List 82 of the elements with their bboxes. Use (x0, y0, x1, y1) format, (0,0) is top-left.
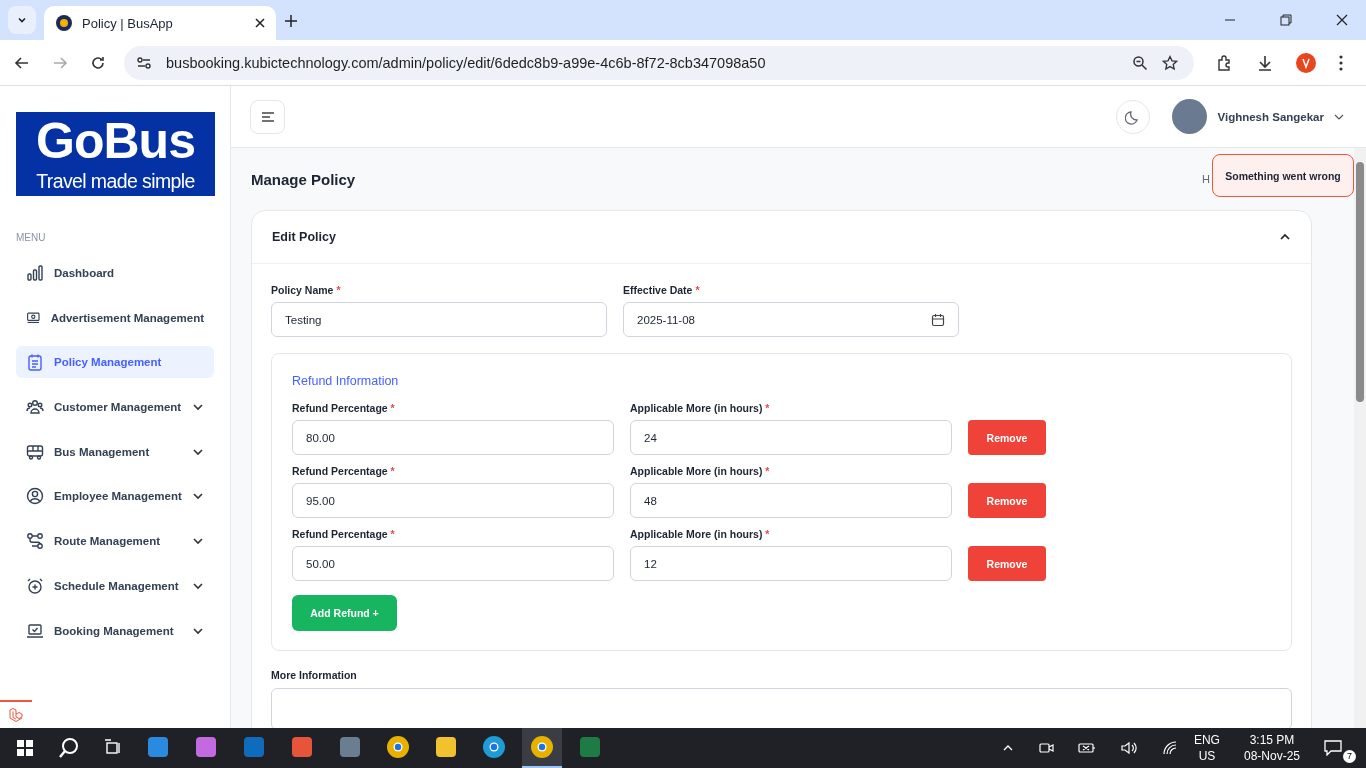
remove-button[interactable]: Remove (968, 420, 1046, 455)
scrollbar[interactable] (1354, 148, 1366, 728)
hours-field[interactable]: 12 (630, 546, 952, 581)
close-icon[interactable] (1336, 14, 1348, 26)
hours-field[interactable]: 48 (630, 483, 952, 518)
zoom-icon[interactable] (1132, 54, 1148, 71)
field-label: Refund Percentage * (292, 465, 396, 477)
site-settings-icon[interactable] (136, 54, 152, 71)
sidebar-item[interactable]: Advertisement Management (16, 301, 214, 334)
clipboard-icon (26, 353, 44, 372)
section-title: Refund Information (292, 374, 400, 388)
bus-icon (26, 442, 44, 461)
remove-button[interactable]: Remove (968, 546, 1046, 581)
wifi-icon[interactable] (1161, 740, 1178, 756)
back-arrow-icon[interactable] (14, 54, 30, 71)
remove-button[interactable]: Remove (968, 483, 1046, 518)
menu-heading: MENU (16, 232, 47, 243)
field-label: Effective Date * (623, 284, 701, 296)
more-menu-icon[interactable] (1338, 53, 1344, 72)
chat-bubble-icon (1324, 740, 1342, 756)
user-name[interactable]: Vighnesh Sangekar (1217, 110, 1324, 123)
effective-date-field[interactable]: 2025-11-08 (623, 302, 959, 337)
sidebar-item[interactable]: Employee Management (16, 480, 214, 513)
url-text: busbooking.kubictechnology.com/admin/policy/edit/6dedc8b9-a99e-4c6b-8f72-8cb347098a50 (166, 54, 766, 71)
refund-percentage-field[interactable]: 50.00 (292, 546, 614, 581)
close-icon[interactable] (254, 17, 266, 29)
breadcrumb-link[interactable]: H (1202, 173, 1210, 185)
error-toast: Something went wrong (1212, 154, 1354, 197)
field-label: Refund Percentage * (292, 528, 396, 540)
sidebar-item[interactable]: Dashboard (16, 257, 214, 289)
reload-icon[interactable] (90, 54, 106, 71)
search-icon[interactable] (58, 737, 80, 759)
gobus-logo: GoBus Travel made simple (16, 112, 215, 196)
field-label: Policy Name * (271, 284, 342, 296)
field-label: Applicable More (in hours) * (630, 465, 771, 477)
battery-icon[interactable] (1077, 740, 1096, 756)
theme-toggle-button[interactable] (1116, 99, 1151, 134)
taskbar-app-button[interactable] (522, 728, 562, 768)
refund-percentage-field[interactable]: 95.00 (292, 483, 614, 518)
profile-avatar-icon[interactable] (1296, 52, 1316, 73)
laravel-logo-icon (8, 707, 24, 723)
restore-icon[interactable] (1280, 14, 1292, 26)
sidebar-item[interactable]: Customer Management (16, 391, 214, 424)
address-bar[interactable]: busbooking.kubictechnology.com/admin/policy/edit/6dedc8b9-a99e-4c6b-8f72-8cb347098a50 (124, 45, 1194, 80)
sidebar-item[interactable]: Schedule Management (16, 569, 214, 602)
download-icon[interactable] (1256, 53, 1274, 72)
speaker-icon[interactable] (1119, 740, 1138, 756)
site-favicon-icon (56, 15, 72, 31)
tab-title: Policy | BusApp (82, 15, 174, 31)
hours-field[interactable]: 24 (630, 420, 952, 455)
notification-count: 7 (1343, 750, 1356, 763)
menu-button[interactable] (250, 99, 285, 134)
calendar-icon[interactable] (931, 312, 945, 327)
policy-name-field[interactable]: Testing (271, 302, 607, 337)
chart-icon (26, 264, 44, 282)
card-title: Edit Policy (272, 230, 336, 244)
sidebar-item[interactable]: Policy Management (16, 346, 214, 379)
menu-icon (260, 111, 275, 122)
star-icon[interactable] (1162, 54, 1178, 71)
sidebar-item[interactable]: Booking Management (16, 614, 214, 647)
clock[interactable]: 3:15 PM 08-Nov-25 (1243, 732, 1300, 764)
language-indicator[interactable]: ENG US (1193, 732, 1220, 764)
sidebar-item[interactable]: Route Management (16, 525, 214, 558)
people-icon (26, 398, 44, 417)
browser-tab[interactable]: Policy | BusApp (44, 6, 276, 40)
new-tab-icon[interactable] (284, 14, 298, 28)
refund-percentage-field[interactable]: 80.00 (292, 420, 614, 455)
avatar-placeholder[interactable] (1172, 99, 1208, 134)
field-label: Applicable More (in hours) * (630, 402, 771, 414)
camera-icon[interactable] (1037, 740, 1054, 756)
task-view-icon[interactable] (104, 739, 122, 757)
user-icon (26, 487, 44, 506)
field-label: Applicable More (in hours) * (630, 528, 771, 540)
sidebar-item[interactable]: Bus Management (16, 435, 214, 468)
laptop-icon (26, 621, 44, 640)
field-label: Refund Percentage * (292, 402, 396, 414)
notification-button[interactable]: 7 (1324, 733, 1356, 763)
windows-start-icon[interactable] (16, 739, 34, 757)
alarm-icon (26, 576, 44, 595)
page-title: Manage Policy (251, 170, 356, 188)
section-label: More Information (271, 669, 358, 681)
route-icon (26, 532, 44, 551)
